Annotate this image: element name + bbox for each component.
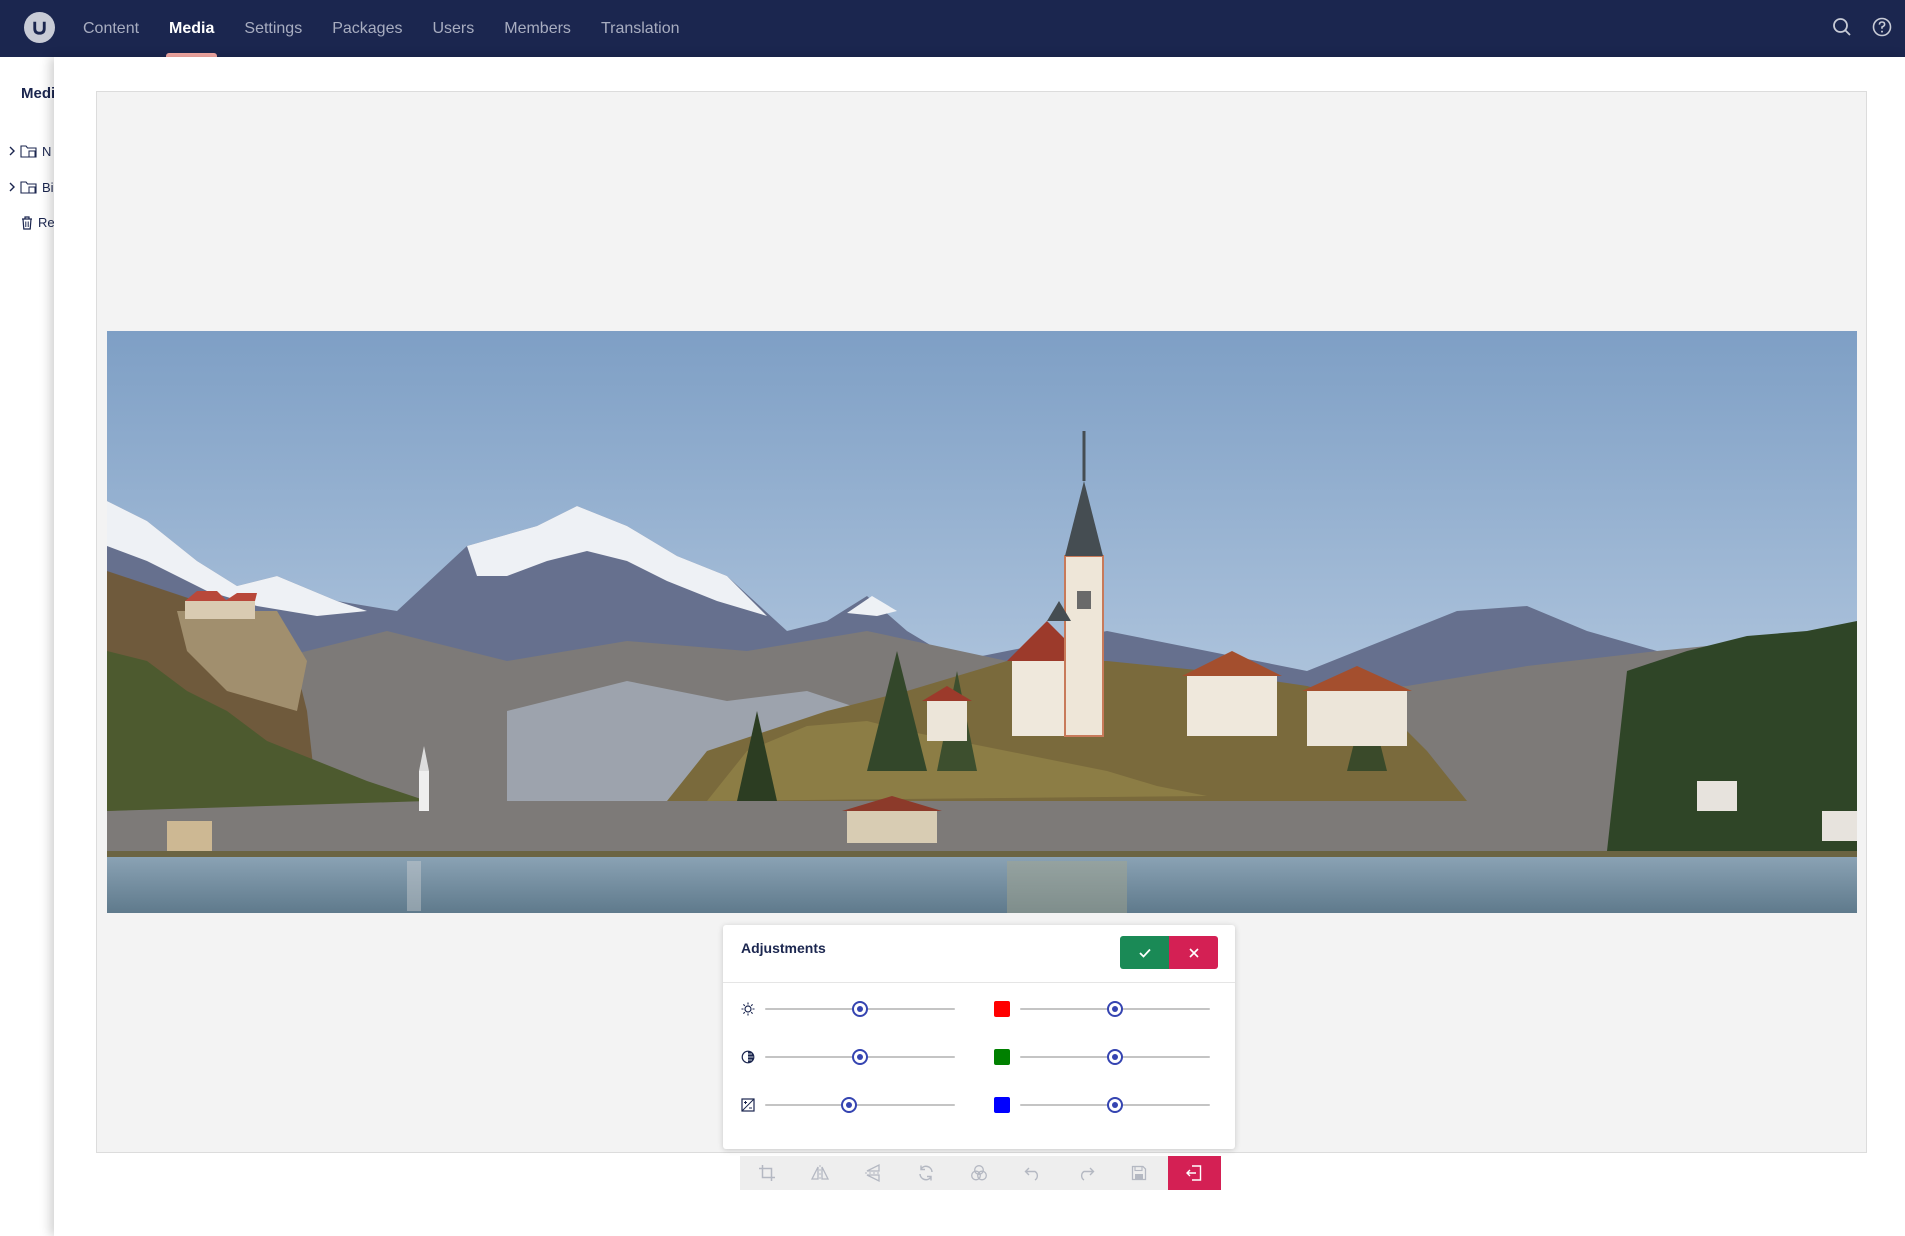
contrast-icon xyxy=(740,1049,756,1065)
apply-adjustments-button[interactable] xyxy=(1120,936,1169,969)
nav-item-settings[interactable]: Settings xyxy=(229,0,317,57)
adjustments-title: Adjustments xyxy=(741,940,826,956)
lake-island-church-mountains-photo xyxy=(107,331,1857,913)
top-right-icons xyxy=(1831,16,1893,38)
flip-vertical-icon xyxy=(865,1163,882,1183)
check-icon xyxy=(1138,948,1151,958)
tree-item-recycle-bin[interactable]: Re xyxy=(20,215,55,230)
flip-horizontal-icon xyxy=(810,1165,829,1181)
adjust-colors-icon xyxy=(971,1165,988,1181)
exposure-icon xyxy=(740,1097,756,1113)
green-channel-swatch xyxy=(994,1049,1010,1065)
flip-vertical-button[interactable] xyxy=(846,1156,899,1190)
brightness-slider[interactable] xyxy=(765,1001,955,1017)
save-icon xyxy=(1131,1165,1147,1181)
chevron-right-icon[interactable] xyxy=(8,146,16,156)
save-button[interactable] xyxy=(1113,1156,1166,1190)
search-icon[interactable] xyxy=(1831,16,1853,38)
tree-item-label: Bi xyxy=(42,179,54,195)
image-editor-toolbar xyxy=(740,1156,1221,1190)
nav-item-media[interactable]: Media xyxy=(154,0,229,57)
rotate-icon xyxy=(919,1165,934,1181)
redo-button[interactable] xyxy=(1059,1156,1112,1190)
image-canvas-area: Adjustments xyxy=(96,91,1867,1153)
slider-thumb[interactable] xyxy=(852,1049,868,1065)
slider-track xyxy=(765,1104,955,1106)
green-channel-slider[interactable] xyxy=(1020,1049,1210,1065)
slider-thumb[interactable] xyxy=(852,1001,868,1017)
redo-icon xyxy=(1080,1167,1095,1181)
brightness-icon xyxy=(740,1001,756,1017)
top-navigation-bar: Content Media Settings Packages Users Me… xyxy=(0,0,1905,57)
adjustments-panel: Adjustments xyxy=(723,925,1235,1149)
crop-button[interactable] xyxy=(740,1156,793,1190)
tree-item-folder-1[interactable]: N xyxy=(8,143,51,159)
umbraco-logo[interactable] xyxy=(24,12,55,43)
rotate-button[interactable] xyxy=(900,1156,953,1190)
image-editor-overlay: Adjustments xyxy=(54,57,1905,1236)
blue-channel-slider[interactable] xyxy=(1020,1097,1210,1113)
section-nav: Content Media Settings Packages Users Me… xyxy=(68,0,695,57)
slider-thumb[interactable] xyxy=(1107,1097,1123,1113)
chevron-right-icon[interactable] xyxy=(8,182,16,192)
slider-thumb[interactable] xyxy=(1107,1049,1123,1065)
nav-item-members[interactable]: Members xyxy=(489,0,586,57)
trash-icon xyxy=(22,216,32,230)
exit-editor-button[interactable] xyxy=(1167,1156,1221,1190)
contrast-slider[interactable] xyxy=(765,1049,955,1065)
tree-item-folder-2[interactable]: Bi xyxy=(8,179,54,195)
crop-icon xyxy=(758,1165,775,1181)
flip-horizontal-button[interactable] xyxy=(793,1156,846,1190)
adjustments-header: Adjustments xyxy=(723,925,1235,983)
red-channel-swatch xyxy=(994,1001,1010,1017)
sidebar-title: Medi xyxy=(21,85,56,102)
undo-button[interactable] xyxy=(1006,1156,1059,1190)
nav-item-packages[interactable]: Packages xyxy=(317,0,417,57)
nav-item-content[interactable]: Content xyxy=(68,0,154,57)
nav-item-translation[interactable]: Translation xyxy=(586,0,695,57)
exposure-slider[interactable] xyxy=(765,1097,955,1113)
slider-thumb[interactable] xyxy=(1107,1001,1123,1017)
media-folder-icon xyxy=(20,181,37,194)
exit-icon xyxy=(1186,1165,1202,1181)
help-icon[interactable] xyxy=(1871,16,1893,38)
media-tree-sidebar: Medi N Bi Re xyxy=(0,57,60,1236)
media-folder-icon xyxy=(20,145,37,158)
tree-item-label: Re xyxy=(38,215,55,230)
nav-item-users[interactable]: Users xyxy=(417,0,489,57)
tree-item-label: N xyxy=(42,143,52,159)
slider-thumb[interactable] xyxy=(840,1097,857,1113)
blue-channel-swatch xyxy=(994,1097,1010,1113)
logo-icon xyxy=(33,21,46,35)
image-preview xyxy=(107,331,1857,913)
close-icon xyxy=(1188,947,1199,958)
red-channel-slider[interactable] xyxy=(1020,1001,1210,1017)
undo-icon xyxy=(1024,1167,1038,1181)
cancel-adjustments-button[interactable] xyxy=(1169,936,1218,969)
adjust-colors-button[interactable] xyxy=(953,1156,1006,1190)
